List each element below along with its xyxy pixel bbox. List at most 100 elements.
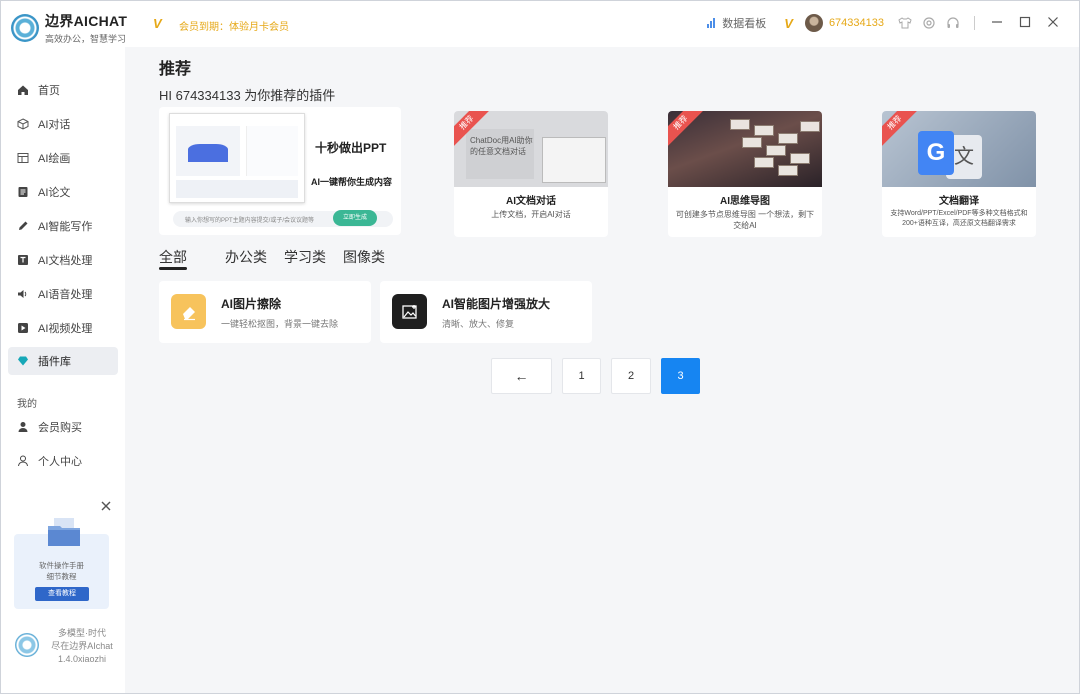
dashboard-label: 数据看板 — [722, 18, 767, 30]
image-icon — [17, 152, 29, 164]
card-title: 文档翻译 — [939, 196, 979, 207]
plugin-ai-image-enhance[interactable]: AI智能图片增强放大 清晰、放大、修复 — [380, 281, 592, 343]
page-2-button[interactable]: 2 — [611, 358, 651, 394]
speaker-icon — [17, 288, 29, 300]
prev-page-button[interactable]: ← — [491, 358, 552, 394]
view-tutorial-button[interactable]: 查看教程 — [35, 587, 89, 601]
banner-generate-button[interactable]: 立即生成 — [333, 210, 377, 226]
card-desc: 上传文档，开启AI对话 — [491, 210, 571, 219]
divider — [974, 16, 975, 30]
sidebar-item-plugins[interactable]: 插件库 — [8, 347, 118, 375]
banner-headline: 十秒做出PPT — [315, 141, 387, 155]
version-line-1: 多模型·时代 — [58, 628, 106, 638]
logo-icon — [11, 14, 39, 42]
banner-input-hint: 输入你想写的PPT主题内容提交/或子/会议议题等 — [185, 218, 315, 224]
minimize-icon[interactable] — [991, 15, 1003, 31]
tutorial-promo-card: 软件操作手册 细节教程 查看教程 — [14, 518, 109, 609]
settings-icon[interactable] — [922, 16, 936, 30]
plugin-desc: 清晰、放大、修复 — [442, 319, 515, 329]
section-label-mine: 我的 — [17, 399, 37, 410]
folder-icon — [48, 518, 80, 546]
card-image-text-2: 的任意文档对话 — [470, 147, 526, 156]
vip-badge[interactable]: V — [784, 16, 793, 31]
banner-subline: AI一键帮你生成内容 — [311, 177, 393, 187]
page-3-button[interactable]: 3 — [661, 358, 700, 394]
card-desc: 支持Word/PPT/Excel/PDF等多种文档格式和200+语种互译，高还原… — [890, 210, 1028, 227]
sidebar-item-label: AI论文 — [38, 187, 71, 199]
sidebar-item-label: AI视频处理 — [38, 323, 93, 335]
vip-badge-icon: V — [784, 15, 793, 31]
bar-chart-icon — [707, 18, 717, 28]
sidebar-item-label: AI绘画 — [38, 153, 71, 165]
sidebar-item-membership[interactable]: 会员购买 — [8, 413, 118, 441]
sidebar-item-ai-doc[interactable]: AI文档处理 — [8, 246, 118, 274]
tab-image[interactable]: 图像类 — [343, 247, 385, 267]
page-title: 推荐 — [159, 61, 192, 78]
card-image-text-1: ChatDoc用AI助你 — [470, 136, 533, 145]
close-icon[interactable] — [1047, 15, 1059, 31]
sidebar-item-label: 首页 — [38, 85, 60, 97]
card-doc-translate[interactable]: 文 G 推荐 文档翻译 支持Word/PPT/Excel/PDF等多种文档格式和… — [882, 111, 1036, 237]
banner-preview-image — [169, 113, 305, 203]
ppt-banner[interactable]: 十秒做出PPT AI一键帮你生成内容 输入你想写的PPT主题内容提交/或子/会议… — [159, 107, 401, 235]
app-subtitle: 高效办公，智慧学习 — [45, 34, 127, 44]
sidebar-item-label: AI语音处理 — [38, 289, 93, 301]
document-icon — [17, 186, 29, 198]
eraser-icon — [171, 294, 206, 329]
page-1-button[interactable]: 1 — [562, 358, 601, 394]
user-profile[interactable]: 674334133 — [804, 14, 884, 32]
version-logo-icon — [15, 633, 39, 657]
sidebar-item-label: 会员购买 — [38, 422, 82, 434]
sidebar-item-ai-paper[interactable]: AI论文 — [8, 178, 118, 206]
sidebar-item-ai-drawing[interactable]: AI绘画 — [8, 144, 118, 172]
card-title: AI思维导图 — [720, 196, 770, 207]
sidebar: 首页 AI对话 AI绘画 AI论文 AI智能写作 AI文档处理 AI语音处理 A… — [1, 47, 125, 693]
pen-icon — [17, 220, 29, 232]
greeting-text: HI 674334133 为你推荐的插件 — [159, 88, 336, 103]
promo-line-1: 软件操作手册 — [39, 561, 84, 570]
plugin-name: AI图片擦除 — [221, 297, 282, 311]
sidebar-item-label: AI对话 — [38, 119, 71, 131]
sidebar-item-label: 插件库 — [38, 356, 71, 368]
user-icon — [17, 421, 29, 433]
card-title: AI文档对话 — [506, 196, 556, 207]
sidebar-item-ai-video[interactable]: AI视频处理 — [8, 314, 118, 342]
card-desc: 可创建多节点思维导图 一个想法，剩下交给AI — [675, 210, 815, 230]
app-logo[interactable]: 边界AICHAT 高效办公，智慧学习 — [11, 11, 127, 45]
promo-close-icon[interactable] — [100, 499, 112, 515]
card-ai-doc-chat[interactable]: ChatDoc用AI助你 的任意文档对话 推荐 AI文档对话 上传文档，开启AI… — [454, 111, 608, 237]
image-enhance-icon — [392, 294, 427, 329]
main-content: 推荐 HI 674334133 为你推荐的插件 十秒做出PPT AI一键帮你生成… — [125, 47, 1079, 693]
headset-icon[interactable] — [946, 16, 960, 30]
tab-all[interactable]: 全部 — [159, 247, 187, 267]
play-icon — [17, 322, 29, 334]
plugin-ai-image-eraser[interactable]: AI图片擦除 一键轻松抠图，背景一键去除 — [159, 281, 371, 343]
doc-text-icon — [17, 254, 29, 266]
app-window: 边界AICHAT 高效办公，智慧学习 V 会员到期：体验月卡会员 数据看板 V … — [0, 0, 1080, 694]
vip-expiry-text[interactable]: 会员到期：体验月卡会员 — [179, 18, 289, 33]
version-info: 多模型·时代 尽在边界AIchat 1.4.0xiaozhi — [45, 627, 119, 666]
version-line-2: 尽在边界AIchat — [51, 641, 113, 651]
sidebar-item-home[interactable]: 首页 — [8, 76, 118, 104]
plugin-name: AI智能图片增强放大 — [442, 297, 551, 311]
avatar — [804, 14, 823, 32]
tab-study[interactable]: 学习类 — [284, 247, 326, 267]
sidebar-item-profile[interactable]: 个人中心 — [8, 447, 118, 475]
google-g-icon: G — [918, 131, 954, 175]
sidebar-item-label: AI智能写作 — [38, 221, 93, 233]
maximize-icon[interactable] — [1019, 15, 1031, 31]
sidebar-item-label: AI文档处理 — [38, 255, 93, 267]
shirt-icon[interactable] — [898, 16, 912, 30]
vip-icon: V — [153, 16, 162, 31]
sidebar-item-ai-chat[interactable]: AI对话 — [8, 110, 118, 138]
user-id: 674334133 — [828, 17, 884, 29]
sidebar-item-ai-writing[interactable]: AI智能写作 — [8, 212, 118, 240]
card-ai-mindmap[interactable]: 推荐 AI思维导图 可创建多节点思维导图 一个想法，剩下交给AI — [668, 111, 822, 237]
home-icon — [17, 84, 29, 96]
tab-office[interactable]: 办公类 — [225, 247, 267, 267]
sidebar-item-ai-voice[interactable]: AI语音处理 — [8, 280, 118, 308]
dashboard-button[interactable]: 数据看板 — [707, 15, 766, 31]
active-tab-indicator — [159, 267, 187, 270]
app-title: 边界AICHAT — [45, 13, 128, 29]
cube-icon — [17, 118, 29, 130]
